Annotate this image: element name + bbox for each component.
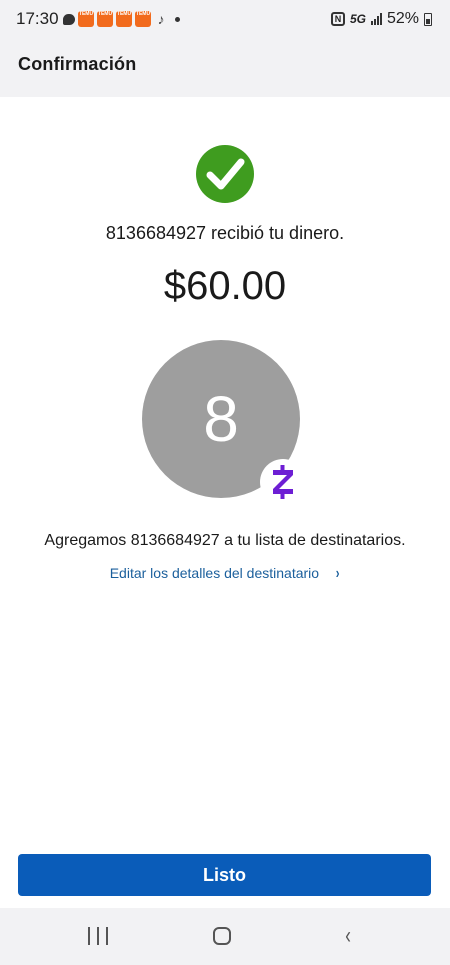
recent-apps-icon[interactable]	[88, 927, 108, 945]
temu-notification-icon: TEMU	[97, 11, 113, 27]
signal-strength-icon	[370, 13, 382, 25]
nfc-icon: N	[330, 12, 345, 26]
battery-icon	[424, 12, 432, 26]
temu-notification-icon: TEMU	[116, 11, 132, 27]
status-bar: 17:30 TEMU TEMU TEMU TEMU ♪ N 5G 52%	[0, 0, 450, 40]
tiktok-notification-icon: ♪	[157, 11, 165, 27]
network-type: 5G	[349, 12, 366, 26]
navigation-bar: ‹	[0, 908, 450, 965]
received-message: 8136684927 recibió tu dinero.	[105, 223, 345, 243]
status-time: 17:30	[16, 9, 59, 28]
notification-icons: TEMU TEMU TEMU TEMU ♪	[63, 11, 180, 27]
check-circle-icon	[196, 145, 254, 203]
battery-percentage: 52%	[386, 10, 419, 27]
edit-recipient-details-label: Editar los detalles del destinatario	[109, 565, 320, 581]
chevron-right-icon: ›	[335, 565, 340, 582]
more-notifications-dot-icon	[175, 16, 180, 22]
edit-recipient-details-link[interactable]: Editar los detalles del destinatario ›	[0, 565, 450, 583]
app-header: Confirmación	[0, 40, 450, 97]
transfer-amount: $60.00	[163, 264, 287, 308]
temu-notification-icon: TEMU	[78, 11, 94, 27]
back-icon[interactable]: ‹	[345, 922, 351, 950]
avatar-initial: 8	[203, 383, 239, 455]
recipient-added-message: Agregamos 8136684927 a tu lista de desti…	[44, 532, 406, 549]
home-icon[interactable]	[213, 927, 231, 945]
done-button[interactable]: Listo	[18, 854, 431, 896]
page-title: Confirmación	[18, 54, 137, 74]
chat-notification-icon	[63, 13, 75, 25]
status-indicators: N 5G 52%	[330, 10, 432, 28]
zelle-logo-icon	[260, 459, 306, 505]
temu-notification-icon: TEMU	[135, 11, 151, 27]
